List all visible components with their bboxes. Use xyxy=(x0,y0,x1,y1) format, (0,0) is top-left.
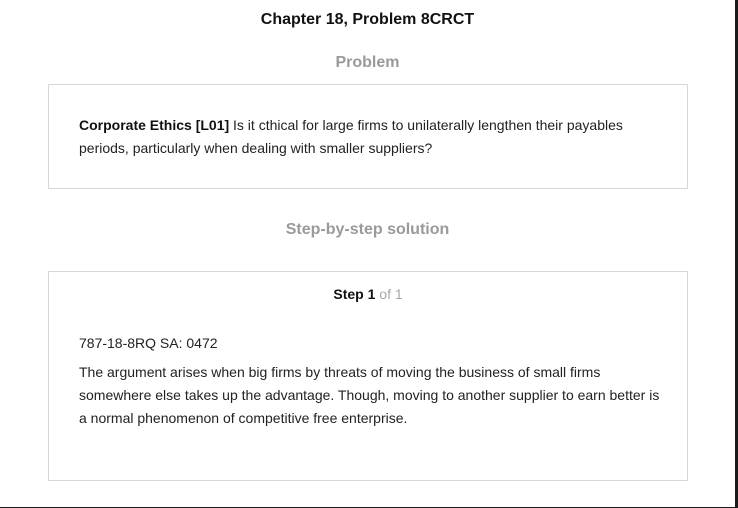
problem-text: Corporate Ethics [L01] Is it cthical for… xyxy=(79,114,659,160)
step-text: The argument arises when big firms by th… xyxy=(79,364,660,426)
step-label: Step xyxy=(333,286,364,302)
step-header: Step 1 of 1 xyxy=(49,286,687,302)
solution-card: Step 1 of 1 787-18-8RQ SA: 0472 The argu… xyxy=(48,271,688,481)
chapter-title: Chapter 18, Problem 8CRCT xyxy=(260,11,475,28)
problem-heading: Problem xyxy=(335,54,400,71)
solution-heading: Step-by-step solution xyxy=(285,221,450,238)
page-frame: Chapter 18, Problem 8CRCT Problem Corpor… xyxy=(0,0,738,508)
step-id: 787-18-8RQ SA: 0472 xyxy=(79,335,218,351)
problem-title: Corporate Ethics [L01] xyxy=(79,117,230,133)
problem-card: Corporate Ethics [L01] Is it cthical for… xyxy=(48,84,688,189)
step-of-total: of 1 xyxy=(375,286,403,302)
